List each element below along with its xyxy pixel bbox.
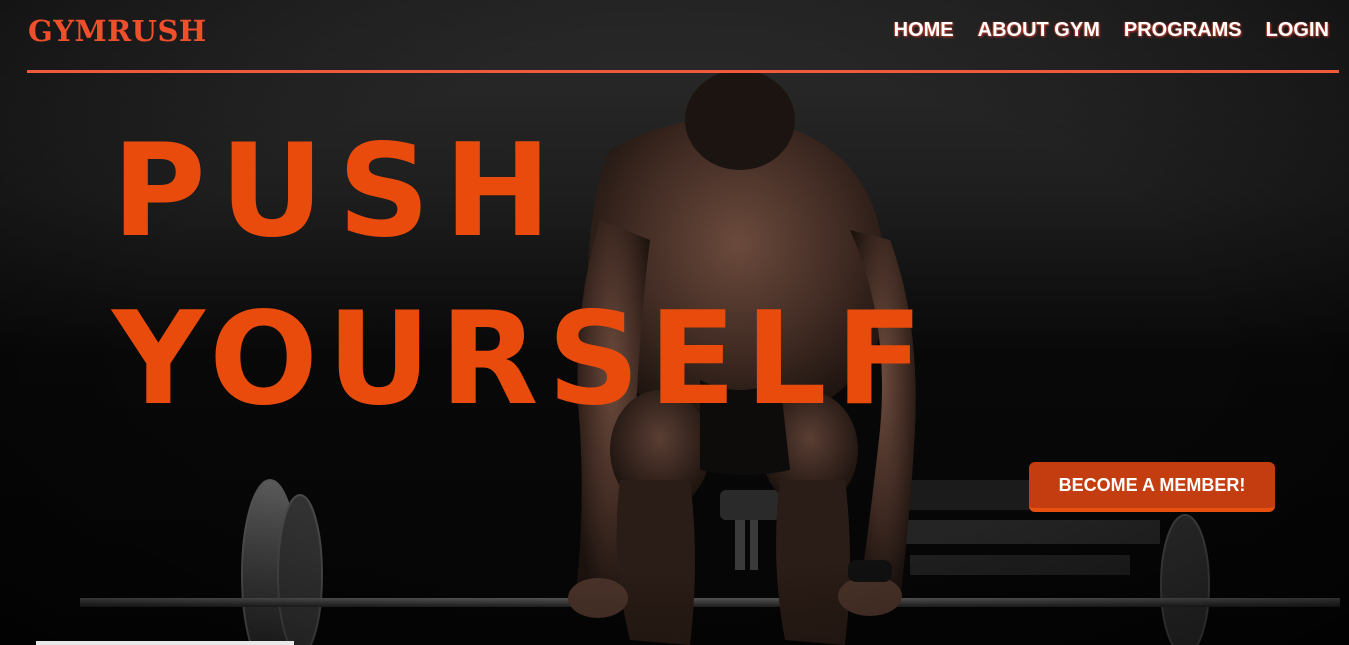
navbar: GYMRUSH HOME ABOUT GYM PROGRAMS LOGIN bbox=[0, 0, 1349, 74]
bottom-edge-strip bbox=[36, 641, 294, 645]
headline-line-2: YOURSELF bbox=[112, 285, 933, 434]
nav-home-link[interactable]: HOME bbox=[894, 19, 954, 42]
landing-page: GYMRUSH HOME ABOUT GYM PROGRAMS LOGIN PU… bbox=[0, 0, 1349, 645]
hero-headline: PUSH YOURSELF bbox=[112, 128, 932, 424]
brand-logo[interactable]: GYMRUSH bbox=[28, 14, 207, 48]
nav-divider bbox=[27, 70, 1339, 73]
nav-programs-link[interactable]: PROGRAMS bbox=[1124, 19, 1242, 42]
nav-links: HOME ABOUT GYM PROGRAMS LOGIN bbox=[870, 19, 1329, 42]
nav-login-link[interactable]: LOGIN bbox=[1266, 19, 1329, 42]
become-member-button[interactable]: BECOME A MEMBER! bbox=[1029, 462, 1275, 512]
nav-about-gym-link[interactable]: ABOUT GYM bbox=[978, 19, 1100, 42]
headline-line-1: PUSH bbox=[112, 117, 566, 266]
